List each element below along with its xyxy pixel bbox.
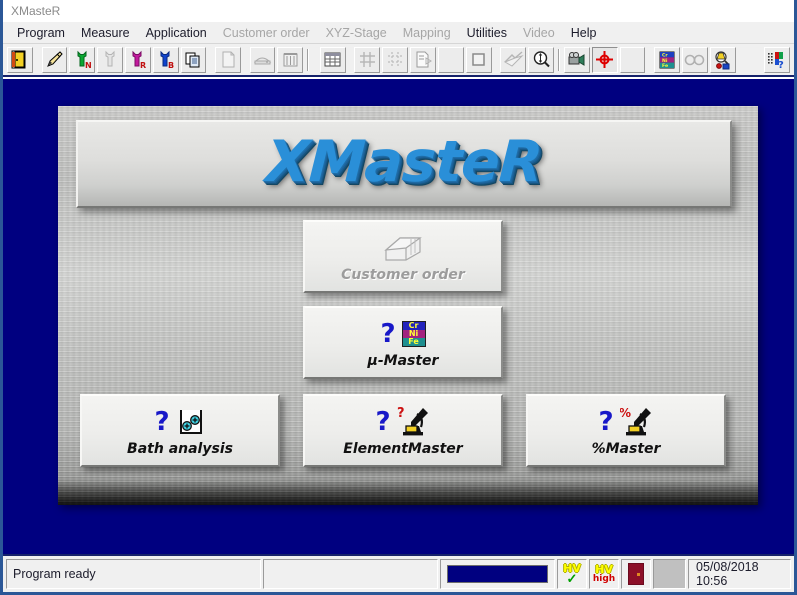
svg-text:B: B xyxy=(168,61,174,70)
microscope-badge: % xyxy=(620,406,631,420)
microscope-question-icon: ? xyxy=(397,406,431,438)
pencil-icon[interactable] xyxy=(42,47,68,73)
chip-row-fe: Fe xyxy=(403,338,425,346)
toolbar-separator-2 xyxy=(558,49,560,71)
title-bar: XMasteR xyxy=(3,0,794,22)
spreadsheet-icon[interactable] xyxy=(320,47,346,73)
crosshair-red-icon[interactable] xyxy=(592,47,618,73)
wrench-blue-b-icon[interactable]: B xyxy=(153,47,179,73)
exit-door-icon[interactable] xyxy=(7,47,33,73)
menu-item-program[interactable]: Program xyxy=(9,24,73,42)
hv-high-state: high xyxy=(593,575,615,584)
paper-stack-icon xyxy=(380,231,426,265)
blank-icon xyxy=(438,47,464,73)
grid-icon xyxy=(354,47,380,73)
window-title: XMasteR xyxy=(11,4,60,18)
help-question-icon[interactable]: ? xyxy=(764,47,790,73)
beaker-ions-icon xyxy=(176,407,206,437)
customer-order-button: Customer order xyxy=(303,220,503,293)
menu-item-measure[interactable]: Measure xyxy=(73,24,138,42)
grid-dotted-icon xyxy=(382,47,408,73)
book-icon xyxy=(500,47,526,73)
archive-icon xyxy=(277,47,303,73)
svg-text:Fe: Fe xyxy=(662,63,668,69)
progress-fill xyxy=(447,565,548,583)
periodic-chip-icon: Cr Ni Fe xyxy=(402,321,426,347)
wrench-green-n-icon[interactable]: N xyxy=(69,47,95,73)
new-document-icon xyxy=(215,47,241,73)
element-master-button[interactable]: ? ? ElementMaster xyxy=(303,394,503,467)
menu-item-utilities[interactable]: Utilities xyxy=(459,24,515,42)
status-bar: Program ready HV ✓ HV high 05 xyxy=(3,554,794,592)
svg-text:?: ? xyxy=(778,60,784,70)
menu-item-help[interactable]: Help xyxy=(563,24,605,42)
hv-ok-indicator[interactable]: HV ✓ xyxy=(557,559,587,589)
customer-order-label: Customer order xyxy=(341,267,465,283)
camera-icon[interactable] xyxy=(564,47,590,73)
mdi-workspace: XMasteR Customer order ? xyxy=(3,79,794,554)
question-mark-icon: ? xyxy=(154,409,169,435)
question-mark-icon: ? xyxy=(598,409,613,435)
menu-item-mapping: Mapping xyxy=(395,24,459,42)
blank2-icon xyxy=(620,47,646,73)
shutter-indicator[interactable] xyxy=(621,559,651,589)
hv-ok-check-icon: ✓ xyxy=(567,572,578,585)
microscope-percent-icon: % xyxy=(620,406,654,438)
percent-master-button[interactable]: ? % %Master xyxy=(526,394,726,467)
menu-item-customer-order: Customer order xyxy=(215,24,318,42)
bath-analysis-label: Bath analysis xyxy=(127,441,233,457)
wrench-gray-icon xyxy=(97,47,123,73)
toolbar-separator-1 xyxy=(307,49,309,71)
percent-master-label: %Master xyxy=(592,441,661,457)
status-secondary-pane xyxy=(263,559,438,589)
menu-bar: Program Measure Application Customer ord… xyxy=(3,22,794,44)
status-spare-pane xyxy=(653,559,686,589)
periodic-chip-icon[interactable]: Cr Ni Fe xyxy=(654,47,680,73)
status-progress-pane xyxy=(440,559,555,589)
splash-panel: XMasteR Customer order ? xyxy=(58,106,758,505)
svg-text:N: N xyxy=(85,61,92,70)
status-message-pane: Program ready xyxy=(6,559,261,589)
svg-text:Cr: Cr xyxy=(662,52,668,58)
status-clock-pane: 05/08/2018 10:56 xyxy=(688,559,791,589)
copy-icon[interactable] xyxy=(181,47,207,73)
menu-item-video: Video xyxy=(515,24,563,42)
bath-analysis-button[interactable]: ? Bath analysis xyxy=(80,394,280,467)
u-master-button[interactable]: ? Cr Ni Fe µ-Master xyxy=(303,306,503,379)
xmaster-logo: XMasteR xyxy=(264,129,543,195)
square-icon xyxy=(466,47,492,73)
status-timestamp: 05/08/2018 10:56 xyxy=(696,560,784,588)
svg-text:Ni: Ni xyxy=(662,57,668,63)
inspect-lamp-icon[interactable] xyxy=(710,47,736,73)
binoculars-icon xyxy=(682,47,708,73)
element-master-label: ElementMaster xyxy=(343,441,462,457)
toolbar: N R B xyxy=(3,44,794,77)
question-mark-icon: ? xyxy=(380,321,395,347)
zoom-height-icon[interactable] xyxy=(528,47,554,73)
report-arrow-icon xyxy=(410,47,436,73)
menu-item-application[interactable]: Application xyxy=(138,24,215,42)
status-message: Program ready xyxy=(13,567,96,581)
u-master-label: µ-Master xyxy=(368,353,439,369)
printer-icon xyxy=(250,47,276,73)
svg-text:R: R xyxy=(140,61,146,70)
application-window: XMasteR Program Measure Application Cust… xyxy=(0,0,797,595)
door-closed-icon xyxy=(628,563,644,585)
logo-plate: XMasteR xyxy=(76,120,732,208)
question-mark-icon: ? xyxy=(375,409,390,435)
hv-high-indicator[interactable]: HV high xyxy=(589,559,619,589)
menu-item-xyz-stage: XYZ-Stage xyxy=(318,24,395,42)
microscope-badge: ? xyxy=(397,406,405,421)
wrench-magenta-r-icon[interactable]: R xyxy=(125,47,151,73)
